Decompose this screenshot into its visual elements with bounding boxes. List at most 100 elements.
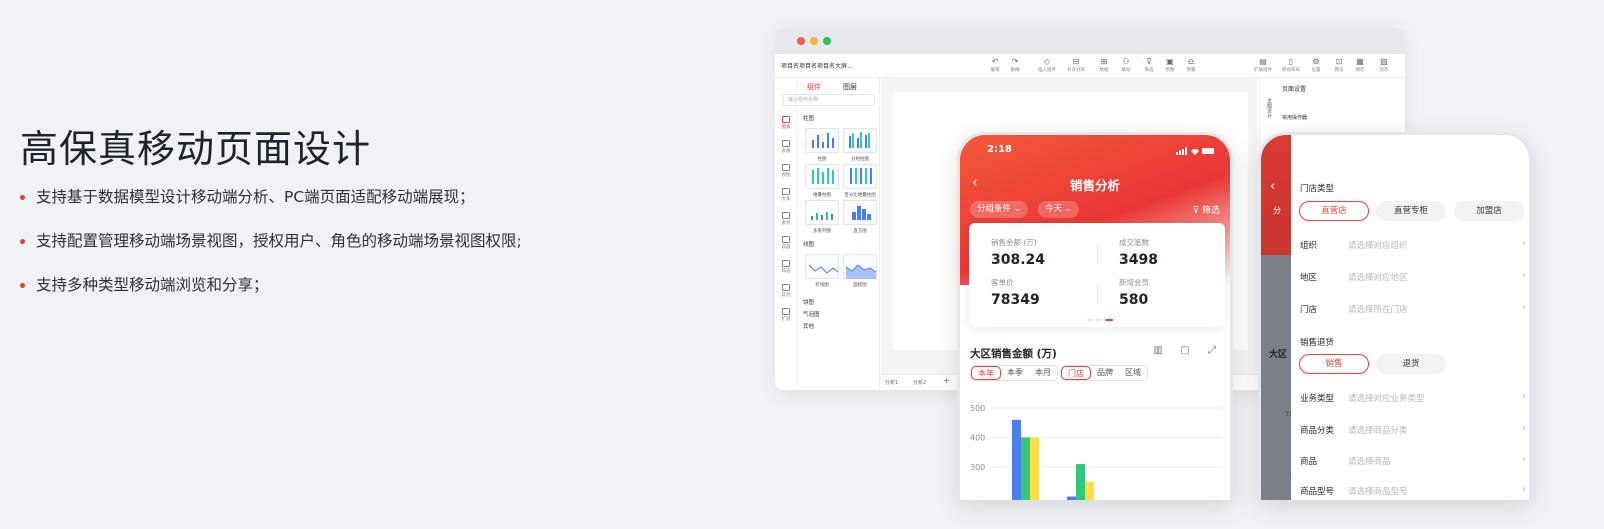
bar-大区1-s3[interactable] xyxy=(1030,437,1039,501)
bar-大区2-s3[interactable] xyxy=(1085,481,1094,500)
component-icon: ◇ xyxy=(1043,57,1051,66)
row-label: 组织 xyxy=(1300,241,1318,251)
rail-item-chart[interactable]: 图表 xyxy=(777,116,795,130)
switch-view-icon[interactable]: ▢ xyxy=(1179,345,1191,357)
save-button[interactable]: ▦ 保存 xyxy=(1349,57,1371,74)
settings-button[interactable]: ⚙ 设置 xyxy=(1305,57,1327,74)
gear-icon: ⚙ xyxy=(1312,57,1320,66)
tab-layers[interactable]: 图层 xyxy=(843,82,857,92)
chevron-right-icon: › xyxy=(1522,423,1526,434)
group-condition-dropdown[interactable]: 分组条件 ⌄ xyxy=(970,201,1028,218)
section-bubble[interactable]: 气泡图 xyxy=(803,310,820,318)
alert-button[interactable]: ♎ 预警 xyxy=(1180,57,1202,74)
thumb-multi-series[interactable] xyxy=(805,200,839,225)
undo-button[interactable]: ↶ 撤销 xyxy=(984,57,1006,74)
chip-franchise-store[interactable]: 加盟店 xyxy=(1454,201,1524,221)
thumb-line[interactable] xyxy=(805,254,839,279)
theme-side-label[interactable]: 主题设计 xyxy=(1266,98,1273,118)
kpi-label: 成交笔数 xyxy=(1119,238,1149,247)
chevron-right-icon: › xyxy=(1522,391,1526,402)
param-button[interactable]: ▣ 参数 xyxy=(1159,57,1181,74)
tab-this-month[interactable]: 本月 xyxy=(1029,366,1057,380)
table-icon xyxy=(782,140,790,147)
bar-chart-icon[interactable]: ▥ xyxy=(1152,345,1164,357)
insert-component-button[interactable]: ◇ 插入组件 xyxy=(1036,57,1058,74)
product-model-select[interactable]: 商品型号 请选择商品型号 › xyxy=(1300,484,1526,500)
tool-label: 保存 xyxy=(1355,68,1365,73)
preview-button[interactable]: ⊡ 预览 xyxy=(1328,57,1350,74)
link-button[interactable]: ⚇ 联动 xyxy=(1115,57,1137,74)
rail-item-extend[interactable]: 扩展 xyxy=(777,308,795,322)
align-icon: ⊟ xyxy=(1072,57,1080,66)
sales-return-title: 销售退货 xyxy=(1300,338,1335,348)
chip-direct-store[interactable]: 直营店 xyxy=(1299,201,1369,221)
row-label: 地区 xyxy=(1300,273,1318,283)
chip-return[interactable]: 退货 xyxy=(1376,354,1446,374)
funnel-icon: ⊽ xyxy=(1192,206,1200,216)
props-section[interactable]: 常用操作器 xyxy=(1282,114,1307,121)
rail-item-material[interactable]: 素材 xyxy=(777,212,795,226)
thumb-histogram[interactable] xyxy=(843,200,877,225)
section-other[interactable]: 其他 xyxy=(803,322,814,330)
bar-大区2-s2[interactable] xyxy=(1076,464,1085,500)
section-bar[interactable]: 柱图 xyxy=(803,114,814,122)
filter-button[interactable]: ⊽ 筛选 xyxy=(1193,203,1220,216)
rail-item-text[interactable]: 文本 xyxy=(777,188,795,202)
thumb-percent-stacked-bar[interactable] xyxy=(843,164,877,189)
rail-item-filter[interactable]: 筛选 xyxy=(777,260,795,274)
rail-item-view[interactable]: 视图 xyxy=(777,164,795,178)
rail-item-table[interactable]: 表格 xyxy=(777,140,795,154)
kpi-label: 客单价 xyxy=(991,278,1014,287)
tab-components[interactable]: 组件 xyxy=(807,82,821,92)
extend-component-button[interactable]: ▤ 扩展组件 xyxy=(1252,57,1274,74)
thumb-bar[interactable] xyxy=(805,128,839,153)
component-search-input[interactable]: 输入组件名称 xyxy=(783,94,875,106)
chip-sales[interactable]: 销售 xyxy=(1299,354,1369,374)
rail-label: 图表 xyxy=(781,125,791,130)
bar-大区2-s1[interactable] xyxy=(1067,496,1076,501)
save-as-button[interactable]: ▧ 另存 xyxy=(1373,57,1395,74)
feature-text: 支持配置管理移动端场景视图，授权用户、角色的移动端场景视图权限; xyxy=(36,232,522,250)
rail-item-container[interactable]: 容器 xyxy=(777,236,795,250)
y-tick-label: 500 xyxy=(970,404,985,413)
chip-direct-counter[interactable]: 直营专柜 xyxy=(1376,201,1446,221)
product-category-select[interactable]: 商品分类 请选择商品分类 › xyxy=(1300,423,1526,442)
thumb-area[interactable] xyxy=(843,254,877,279)
add-tab-icon[interactable]: + xyxy=(943,376,950,385)
expand-icon[interactable]: ⤢ xyxy=(1206,345,1218,357)
canvas-tab[interactable]: 分析2 xyxy=(913,379,926,386)
thumb-group-bar[interactable] xyxy=(843,128,877,153)
align-button[interactable]: ⊟ 对齐分布 xyxy=(1065,57,1087,74)
tab-store[interactable]: 门店 xyxy=(1061,366,1091,380)
redo-button[interactable]: ↷ 重做 xyxy=(1004,57,1026,74)
rail-item-other[interactable]: 其他 xyxy=(777,284,795,298)
data-button[interactable]: ⊞ 数据 xyxy=(1093,57,1115,74)
section-line[interactable]: 线图 xyxy=(803,240,814,248)
date-range-dropdown[interactable]: 今天 ⌄ xyxy=(1038,201,1079,218)
link-icon: ⚇ xyxy=(1122,57,1130,66)
row-placeholder: 请选择对应组织 xyxy=(1348,241,1408,251)
row-label: 商品 xyxy=(1300,457,1318,467)
bar-大区1-s2[interactable] xyxy=(1021,437,1030,501)
product-select[interactable]: 商品 请选择商品 › xyxy=(1300,454,1526,473)
thumb-stacked-bar[interactable] xyxy=(805,164,839,189)
region-select[interactable]: 地区 请选择对应地区 › xyxy=(1300,270,1526,289)
status-time: 2:18 xyxy=(987,144,1012,155)
canvas-tab[interactable]: 分析1 xyxy=(885,379,898,386)
tab-this-quarter[interactable]: 本季 xyxy=(1001,366,1029,380)
tab-brand[interactable]: 品牌 xyxy=(1091,366,1119,380)
section-pie[interactable]: 饼图 xyxy=(803,298,814,306)
time-segmented-control: 本年 本季 本月 xyxy=(970,365,1058,381)
filter-button[interactable]: ⊽ 筛选 xyxy=(1138,57,1160,74)
tab-region[interactable]: 区域 xyxy=(1119,366,1147,380)
mobile-layout-button[interactable]: ▯ 移动布局 xyxy=(1280,57,1302,74)
org-select[interactable]: 组织 请选择对应组织 › xyxy=(1300,238,1526,257)
region-sales-bar-chart[interactable]: 500 400 300 xyxy=(960,391,1230,500)
pill-label: 今天 xyxy=(1045,204,1063,214)
store-select[interactable]: 门店 请选择所在门店 › xyxy=(1300,302,1526,321)
business-type-select[interactable]: 业务类型 请选择对应业务类型 › xyxy=(1300,391,1526,410)
carousel-indicator[interactable] xyxy=(1087,319,1117,322)
chevron-down-icon: ⌄ xyxy=(1013,204,1021,214)
tab-this-year[interactable]: 本年 xyxy=(971,366,1001,380)
bar-大区1-s1[interactable] xyxy=(1012,419,1021,500)
